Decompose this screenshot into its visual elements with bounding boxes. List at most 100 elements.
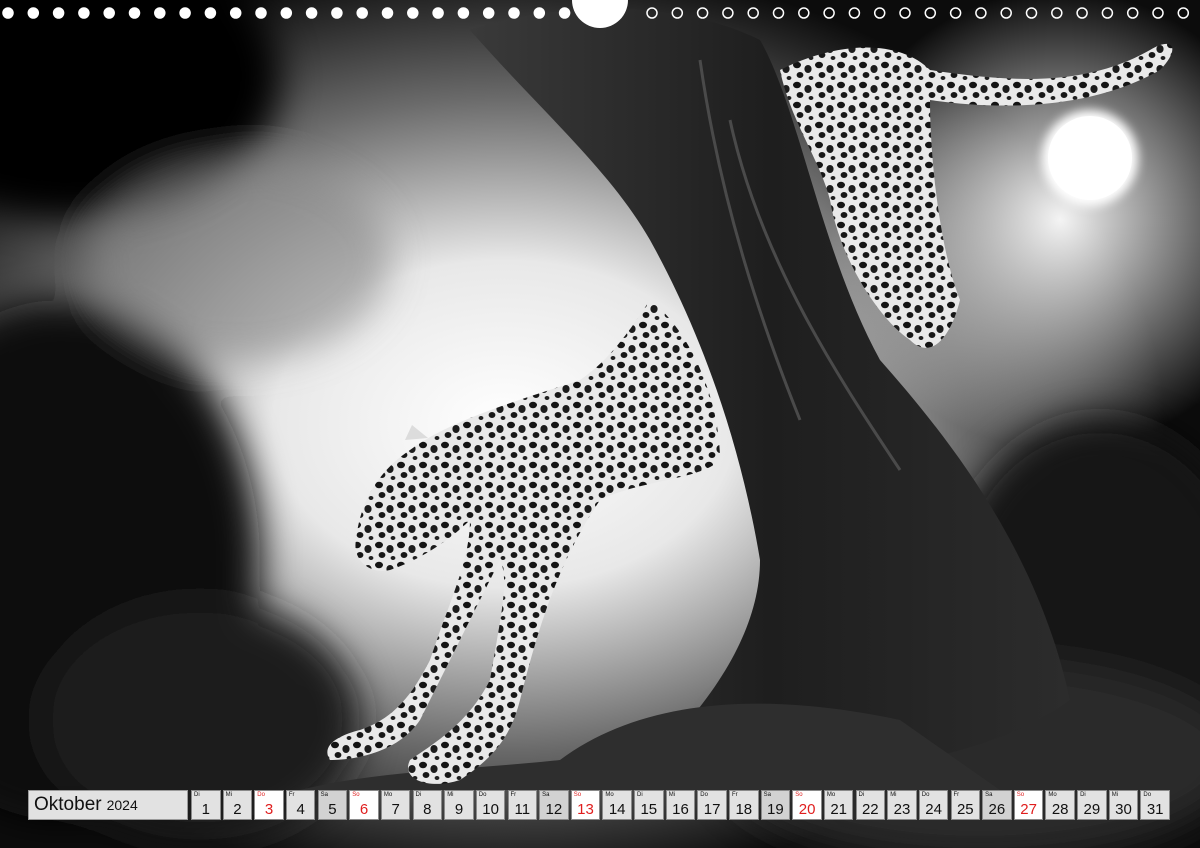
binding-hole bbox=[1126, 7, 1139, 19]
day-cell: Sa 5 bbox=[317, 790, 348, 820]
day-cell: So 20 bbox=[792, 790, 822, 820]
day-weekday: Do bbox=[1143, 792, 1152, 798]
binding-hole bbox=[255, 7, 267, 19]
day-weekday: Mo bbox=[605, 792, 614, 798]
day-weekday: Do bbox=[921, 792, 930, 798]
binding-hole bbox=[722, 7, 734, 19]
day-number: 19 bbox=[767, 801, 784, 818]
binding-hole bbox=[331, 7, 343, 19]
day-number: 17 bbox=[703, 801, 721, 818]
day-number: 26 bbox=[988, 801, 1006, 818]
day-number: 11 bbox=[514, 801, 531, 818]
leopard-photo bbox=[0, 0, 1200, 848]
binding-hole bbox=[432, 7, 444, 19]
binding-hole bbox=[457, 7, 470, 19]
day-weekday: Mi bbox=[890, 792, 897, 798]
day-cell: Di 22 bbox=[855, 790, 886, 820]
binding-hole bbox=[949, 7, 962, 19]
binding-hole bbox=[407, 7, 419, 19]
day-cell: Mi 23 bbox=[887, 790, 917, 820]
day-cell: Di 1 bbox=[191, 790, 221, 820]
binding-hole bbox=[558, 7, 571, 19]
day-weekday: So bbox=[1016, 792, 1025, 798]
day-number: 15 bbox=[640, 801, 658, 818]
day-weekday: Do bbox=[257, 792, 265, 798]
binding-hole bbox=[78, 7, 90, 19]
day-number: 9 bbox=[454, 801, 464, 818]
day-cell: Do 24 bbox=[918, 790, 949, 820]
binding-strip bbox=[0, 0, 1200, 28]
day-cell: Mi 2 bbox=[222, 790, 253, 820]
day-weekday: Do bbox=[700, 792, 708, 798]
day-cell: Mi 9 bbox=[444, 790, 474, 820]
binding-hole bbox=[798, 7, 810, 19]
day-cell: Mo 21 bbox=[823, 790, 854, 820]
binding-hole bbox=[1025, 7, 1038, 19]
day-number: 27 bbox=[1020, 801, 1037, 818]
day-number: 21 bbox=[830, 801, 848, 818]
binding-hole bbox=[772, 7, 785, 19]
day-weekday: Do bbox=[478, 792, 487, 798]
binding-hole bbox=[646, 7, 658, 19]
day-weekday: Sa bbox=[320, 792, 328, 798]
day-weekday: Di bbox=[637, 792, 643, 798]
binding-hole bbox=[1101, 7, 1114, 19]
binding-hole bbox=[154, 7, 166, 19]
month-name: Oktober bbox=[34, 794, 102, 815]
binding-hole bbox=[482, 7, 495, 19]
day-cell: Do 10 bbox=[475, 790, 506, 820]
day-weekday: So bbox=[795, 792, 803, 798]
binding-hole bbox=[924, 7, 937, 19]
day-number: 6 bbox=[359, 801, 369, 818]
binding-hole bbox=[823, 7, 835, 19]
day-number: 14 bbox=[608, 801, 626, 818]
day-weekday: Sa bbox=[985, 792, 993, 798]
binding-hole bbox=[873, 7, 886, 19]
binding-hole bbox=[533, 7, 546, 19]
binding-hole bbox=[2, 7, 14, 19]
day-number: 8 bbox=[423, 801, 432, 818]
day-cell: So 13 bbox=[570, 790, 601, 820]
day-number: 18 bbox=[735, 801, 753, 818]
moon bbox=[1042, 110, 1138, 206]
day-number: 23 bbox=[893, 801, 911, 818]
day-number: 10 bbox=[482, 801, 499, 818]
day-weekday: Mi bbox=[1111, 792, 1119, 798]
day-number: 20 bbox=[798, 801, 816, 818]
binding-hole bbox=[1177, 7, 1190, 19]
binding-hole bbox=[747, 7, 759, 19]
binding-hole bbox=[671, 7, 684, 19]
day-weekday: Mo bbox=[826, 792, 836, 798]
day-weekday: Sa bbox=[542, 792, 550, 798]
day-cell: Fr 18 bbox=[729, 790, 759, 820]
day-number: 4 bbox=[296, 801, 305, 818]
binding-hole bbox=[975, 7, 987, 19]
day-weekday: Mo bbox=[1048, 792, 1057, 798]
day-number: 13 bbox=[577, 801, 594, 818]
day-number: 31 bbox=[1146, 801, 1164, 818]
binding-hole bbox=[899, 7, 911, 19]
day-cell: So 27 bbox=[1013, 790, 1044, 820]
day-weekday: Mo bbox=[383, 792, 393, 798]
day-number: 12 bbox=[545, 801, 563, 818]
day-weekday: Mi bbox=[447, 792, 454, 798]
day-cell: Mo 14 bbox=[602, 790, 632, 820]
day-cell: Mo 28 bbox=[1045, 790, 1075, 820]
binding-hole bbox=[356, 7, 368, 19]
day-number: 3 bbox=[264, 801, 274, 818]
binding-hole bbox=[52, 7, 65, 19]
day-weekday: Fr bbox=[510, 792, 517, 798]
day-cell: Mo 7 bbox=[380, 790, 411, 820]
binding-hole bbox=[229, 7, 242, 19]
day-number: 25 bbox=[956, 801, 974, 818]
day-grid: Di 1 Mi 2 Do 3 Fr 4 Sa 5 So 6 Mo 7 Di 8 Mi 9 Do 10 Fr 11 Sa 12 S… bbox=[191, 790, 1172, 820]
day-number: 16 bbox=[672, 801, 689, 818]
day-cell: Di 8 bbox=[412, 790, 443, 820]
day-number: 30 bbox=[1115, 801, 1132, 818]
binding-hole bbox=[305, 7, 318, 19]
binding-hole bbox=[381, 7, 394, 19]
day-number: 5 bbox=[328, 801, 337, 818]
day-cell: Do 31 bbox=[1140, 790, 1170, 820]
day-weekday: Fr bbox=[732, 792, 738, 798]
day-cell: So 6 bbox=[349, 790, 379, 820]
